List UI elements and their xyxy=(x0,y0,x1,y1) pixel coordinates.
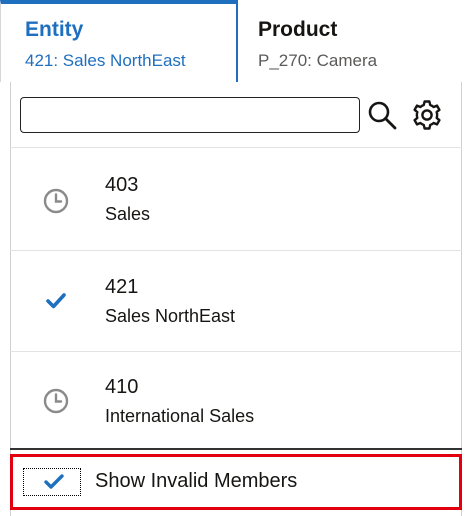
search-input[interactable] xyxy=(20,97,360,133)
checkmark-icon xyxy=(46,293,66,309)
tab-entity-title: Entity xyxy=(25,18,84,41)
tab-product[interactable]: Product P_270: Camera xyxy=(238,0,468,82)
show-invalid-members-option[interactable]: Show Invalid Members xyxy=(10,454,462,510)
tab-product-subtitle: P_270: Camera xyxy=(258,51,378,70)
search-icon[interactable] xyxy=(366,98,400,132)
member-code: 410 xyxy=(105,376,139,398)
member-name: International Sales xyxy=(105,406,255,426)
member-name: Sales xyxy=(105,204,151,224)
list-item-410[interactable]: 410 International Sales xyxy=(10,352,462,448)
member-name: Sales NorthEast xyxy=(105,306,236,326)
list-item-403[interactable]: 403 Sales xyxy=(10,150,462,250)
list-item-421[interactable]: 421 Sales NorthEast xyxy=(10,251,462,351)
tab-entity[interactable]: Entity 421: Sales NorthEast xyxy=(0,0,238,82)
clock-icon xyxy=(43,388,69,414)
member-code: 421 xyxy=(105,276,139,298)
member-code: 403 xyxy=(105,174,139,196)
divider xyxy=(10,147,462,148)
footer-divider xyxy=(10,448,462,450)
show-invalid-members-label: Show Invalid Members xyxy=(95,470,298,492)
gear-icon[interactable] xyxy=(410,98,444,132)
dimension-tabs: Entity 421: Sales NorthEast Product P_27… xyxy=(0,0,468,82)
tab-product-title: Product xyxy=(258,18,338,41)
show-invalid-members-checkbox[interactable] xyxy=(23,468,81,496)
checkmark-icon xyxy=(44,474,64,489)
clock-icon xyxy=(43,188,69,214)
tab-entity-subtitle: 421: Sales NorthEast xyxy=(25,51,186,70)
